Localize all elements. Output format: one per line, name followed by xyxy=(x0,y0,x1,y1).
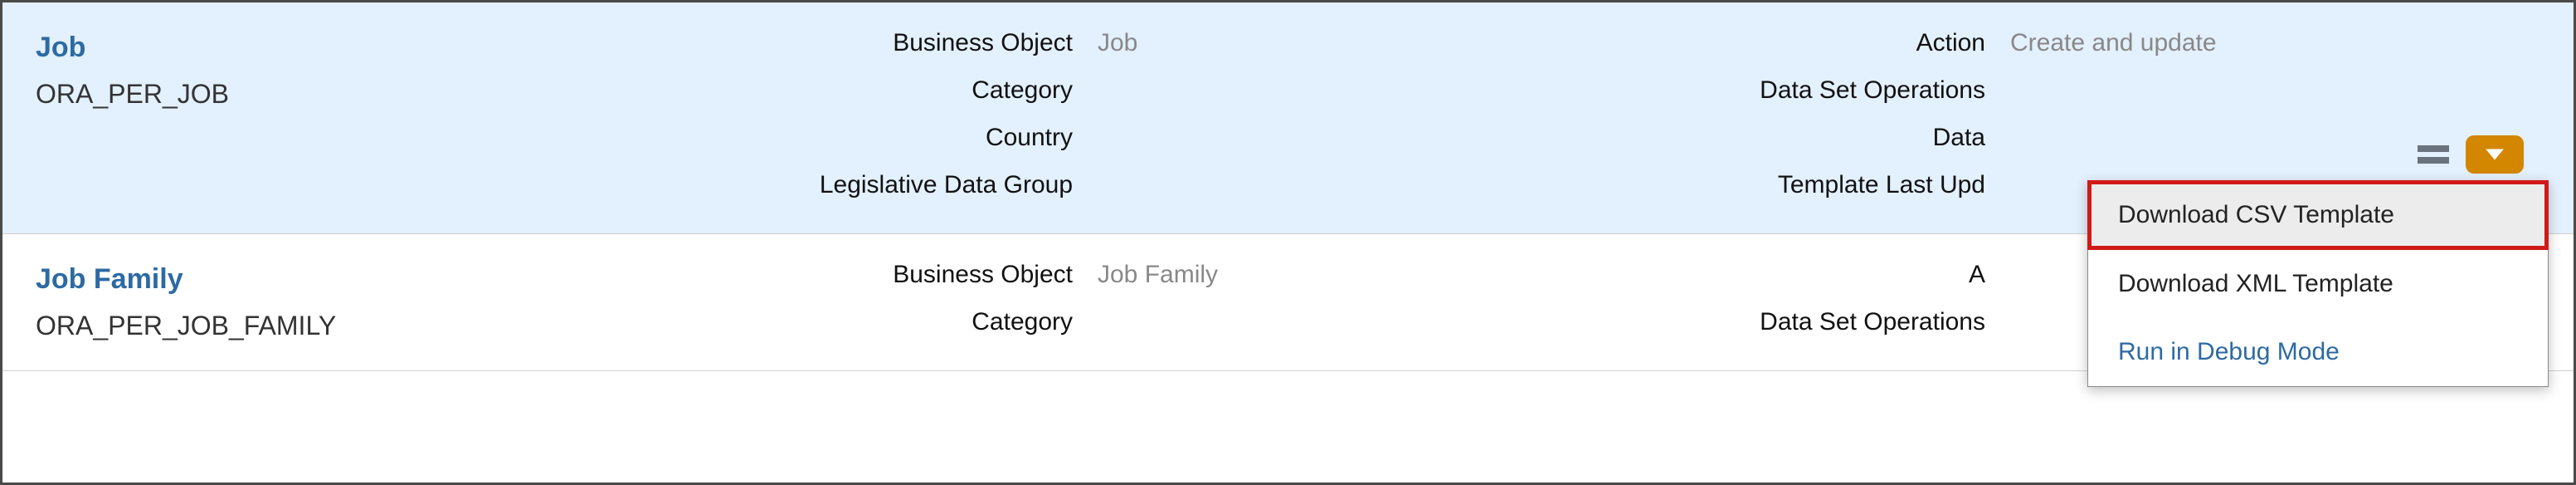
business-object-label: Business Object xyxy=(666,251,1098,298)
business-object-label: Business Object xyxy=(666,19,1098,66)
action-label: Action xyxy=(1662,19,2010,66)
object-code-text: ORA_PER_JOB xyxy=(36,79,666,110)
chevron-down-icon xyxy=(2484,147,2505,162)
list-view-icon[interactable] xyxy=(2418,145,2449,164)
ldg-label: Legislative Data Group xyxy=(666,161,1098,208)
category-label: Category xyxy=(666,298,1098,345)
menu-item-download-csv[interactable]: Download CSV Template xyxy=(2088,181,2548,249)
country-label: Country xyxy=(666,114,1098,161)
business-object-value: Job Family xyxy=(1098,251,1662,298)
dso-label: Data Set Operations xyxy=(1662,66,2010,114)
data-label: Data xyxy=(1662,114,2010,161)
category-value xyxy=(1098,298,1662,345)
category-label: Category xyxy=(666,66,1098,114)
object-name-link[interactable]: Job Family xyxy=(36,263,666,296)
country-value xyxy=(1098,114,1662,161)
row-actions-dropdown-button[interactable] xyxy=(2466,135,2524,174)
dso-value xyxy=(2010,66,2540,114)
category-value xyxy=(1098,66,1662,114)
menu-item-download-xml[interactable]: Download XML Template xyxy=(2088,250,2548,318)
action-label: A xyxy=(1662,251,2010,298)
data-loader-grid: Job ORA_PER_JOB Business Object Job Cate… xyxy=(0,0,2576,485)
dso-label: Data Set Operations xyxy=(1662,298,2010,345)
object-name-link[interactable]: Job xyxy=(36,32,666,64)
object-code-text: ORA_PER_JOB_FAMILY xyxy=(36,311,666,341)
menu-item-run-debug[interactable]: Run in Debug Mode xyxy=(2088,318,2548,386)
business-object-value: Job xyxy=(1098,19,1662,66)
action-value: Create and update xyxy=(2010,19,2540,66)
template-last-updated-label: Template Last Upd xyxy=(1662,161,2010,208)
ldg-value xyxy=(1098,161,1662,208)
row-actions-menu: Download CSV Template Download XML Templ… xyxy=(2087,180,2549,387)
